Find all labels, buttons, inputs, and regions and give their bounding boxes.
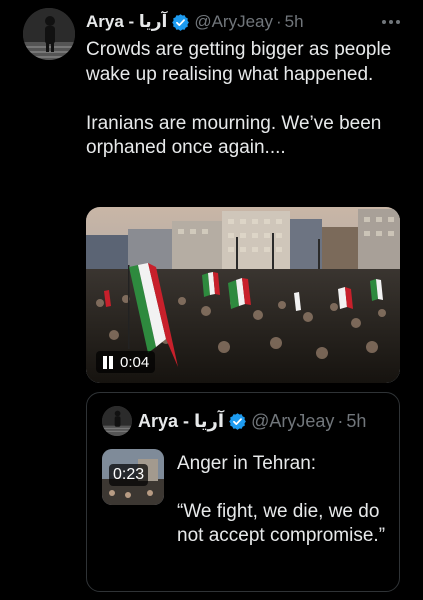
author-name[interactable]: Arya - آریا bbox=[86, 12, 167, 32]
avatar[interactable] bbox=[23, 8, 75, 60]
tweet[interactable]: Arya - آریا @AryJeay · 5h Crowds are get… bbox=[0, 0, 423, 600]
video-player[interactable]: 0:04 bbox=[86, 207, 400, 383]
quoted-tweet-time[interactable]: 5h bbox=[346, 411, 366, 432]
tweet-time[interactable]: 5h bbox=[285, 12, 304, 32]
separator-dot: · bbox=[337, 410, 344, 431]
quoted-video-duration: 0:23 bbox=[109, 464, 149, 486]
author-handle[interactable]: @AryJeay bbox=[194, 12, 273, 32]
quoted-avatar[interactable] bbox=[102, 406, 132, 436]
tweet-text-paragraph: Iranians are mourning. We’ve been orphan… bbox=[86, 112, 382, 159]
quoted-tweet-text: Anger in Tehran: “We fight, we die, we d… bbox=[177, 452, 387, 548]
quoted-text-paragraph: Anger in Tehran: bbox=[177, 453, 317, 474]
verified-badge-icon bbox=[229, 412, 246, 430]
tweet-header: Arya - آریا @AryJeay · 5h bbox=[86, 10, 304, 34]
quoted-tweet[interactable]: Arya - آریا @AryJeay · 5h 0:23 Anger in … bbox=[86, 392, 400, 592]
tweet-text: Crowds are getting bigger as people wake… bbox=[86, 38, 411, 161]
tweet-text-paragraph: Crowds are getting bigger as people wake… bbox=[86, 39, 392, 85]
separator-dot: · bbox=[275, 12, 282, 31]
video-duration: 0:04 bbox=[120, 353, 150, 371]
quoted-author-handle[interactable]: @AryJeay bbox=[251, 411, 334, 432]
more-horizontal-icon[interactable] bbox=[376, 12, 406, 32]
quoted-author-name[interactable]: Arya - آریا bbox=[138, 411, 224, 432]
quoted-tweet-header: Arya - آریا @AryJeay · 5h bbox=[138, 409, 366, 433]
quoted-video-thumbnail[interactable]: 0:23 bbox=[102, 449, 164, 505]
video-timestamp-chip[interactable]: 0:04 bbox=[96, 351, 156, 373]
quoted-text-paragraph: “We fight, we die, we do not accept comp… bbox=[177, 501, 386, 546]
pause-icon[interactable] bbox=[102, 355, 114, 369]
verified-badge-icon bbox=[172, 13, 190, 31]
